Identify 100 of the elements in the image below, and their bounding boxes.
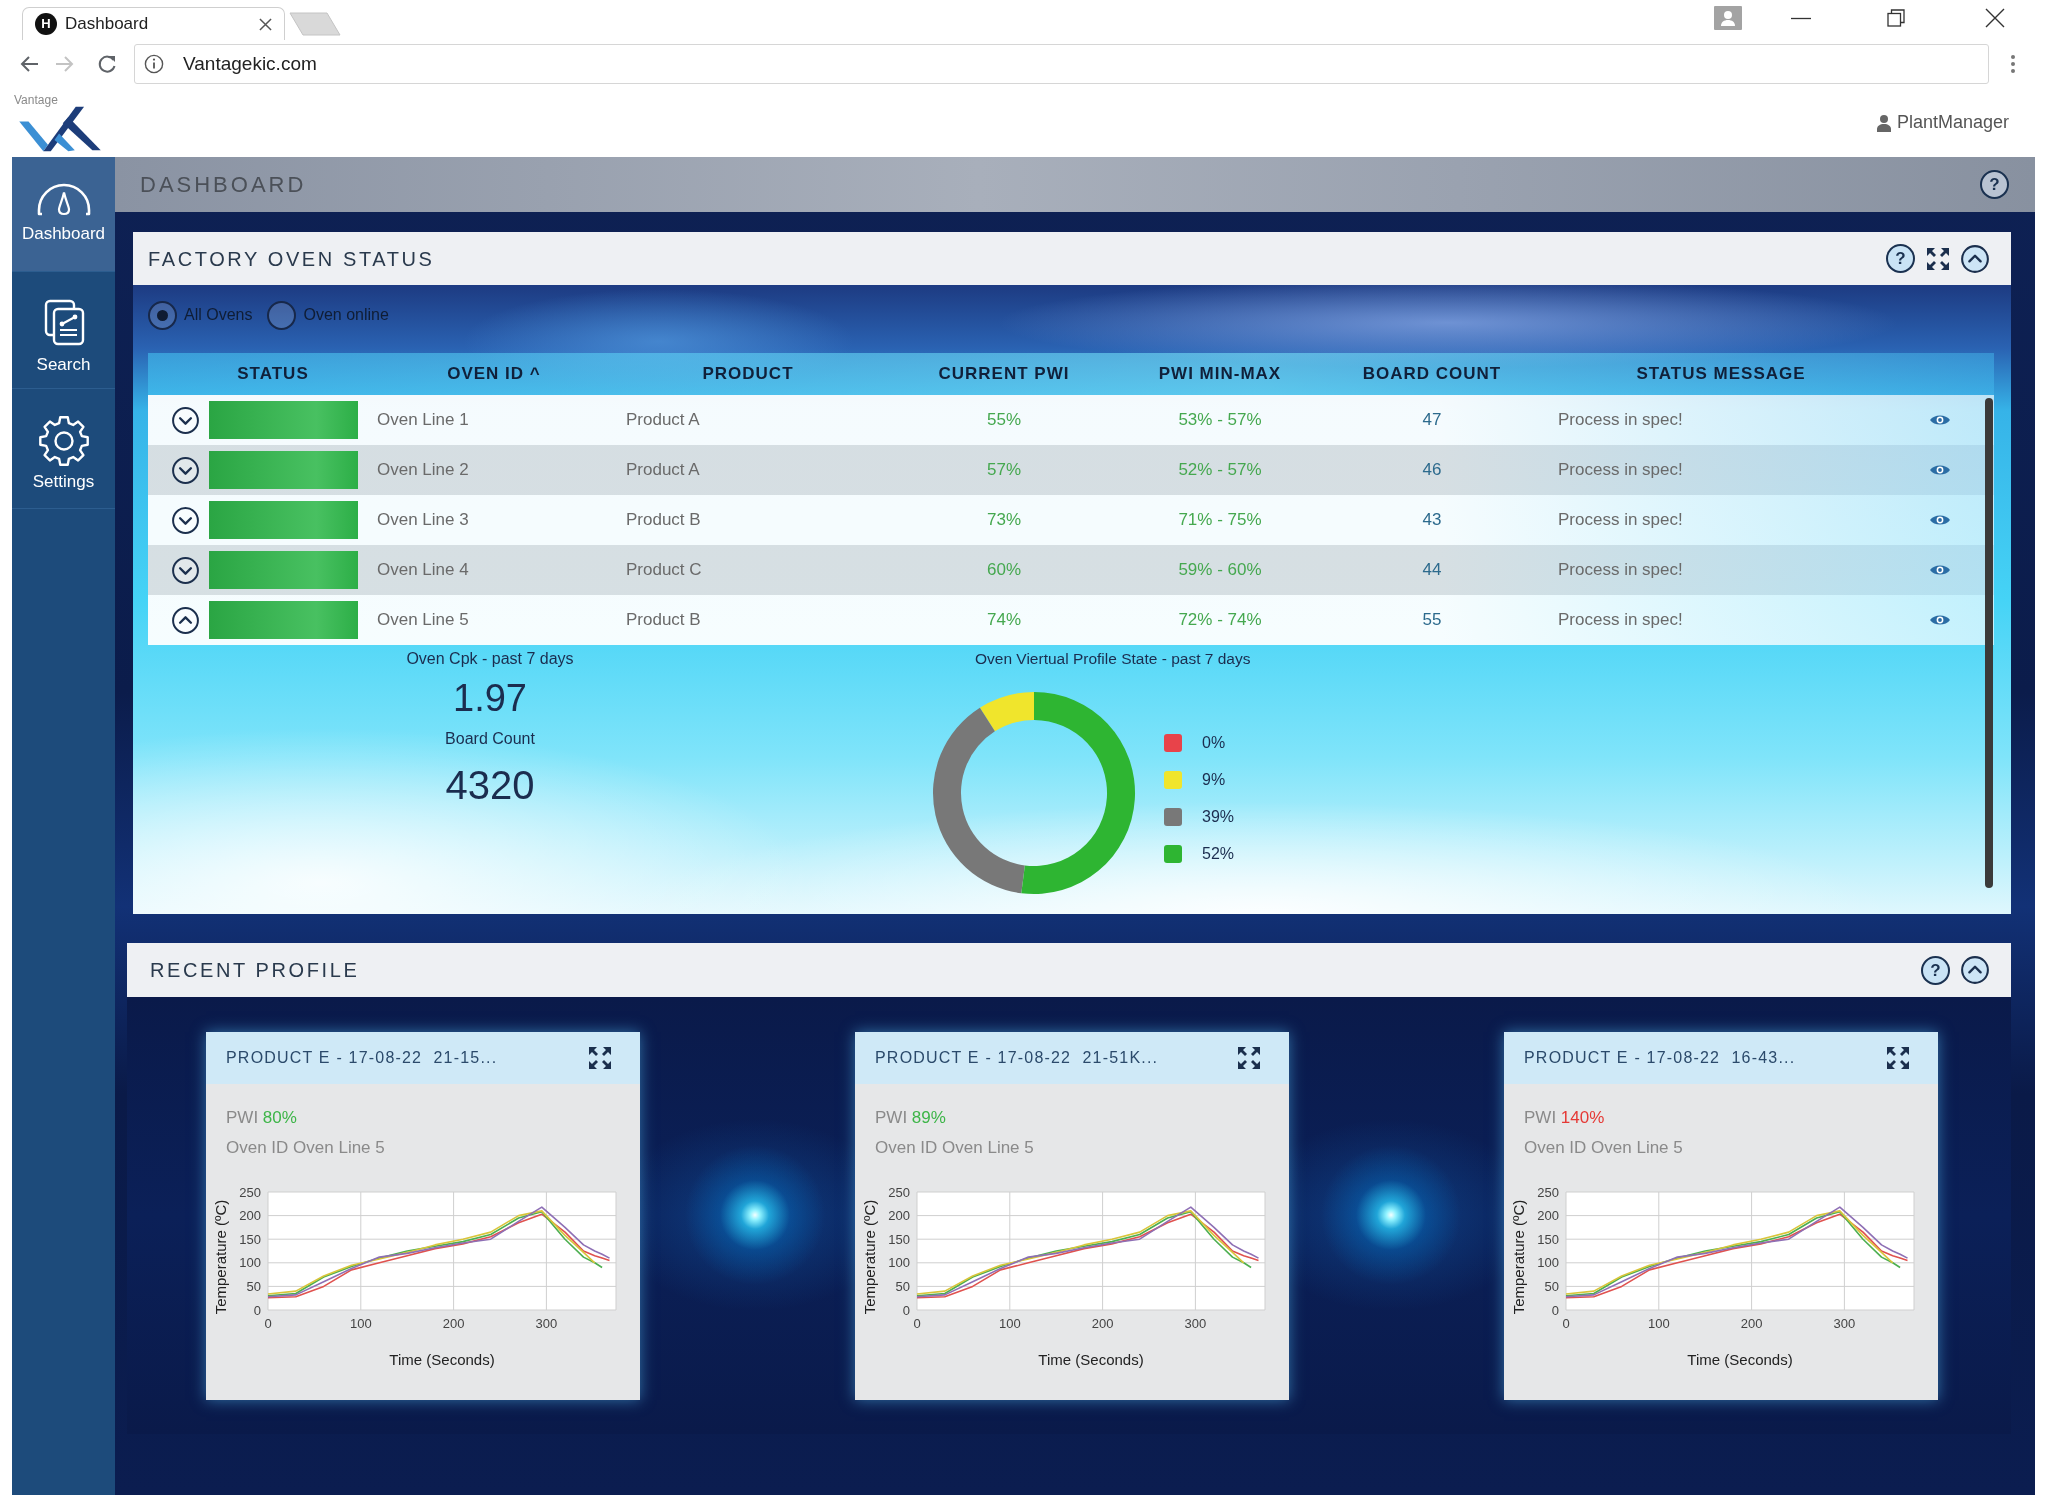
table-cell-text: Process in spec! [1557, 509, 1684, 532]
oven-id-text: Oven ID Oven Line 5 [226, 1137, 386, 1159]
x-tick-label: 200 [442, 1316, 465, 1331]
table-cell-text: 46 [1421, 459, 1443, 482]
close-button[interactable] [1985, 8, 2005, 28]
y-tick-label: 0 [1551, 1302, 1559, 1318]
table-cell-text: 59% - 60% [1177, 559, 1263, 582]
y-axis-title: Temperature (ºC) [1510, 1199, 1527, 1315]
x-tick-label: 300 [1184, 1316, 1207, 1331]
x-tick-label: 200 [1091, 1316, 1114, 1331]
x-tick-label: 100 [1647, 1316, 1670, 1331]
y-tick-label: 150 [888, 1231, 910, 1247]
eye-icon[interactable] [1929, 463, 1951, 477]
table-cell-text: 71% - 75% [1177, 509, 1263, 532]
cpk-value: 1.97 [452, 676, 528, 721]
chevron-up-icon[interactable] [1961, 244, 1989, 273]
y-tick-label: 250 [888, 1184, 910, 1200]
table-cell-text: Process in spec! [1557, 609, 1684, 632]
close-icon[interactable] [259, 17, 272, 31]
table-cell-text: Product A [625, 459, 701, 482]
y-tick-label: 0 [253, 1302, 261, 1318]
chevron-up-icon[interactable] [171, 606, 199, 634]
table-cell-text: Process in spec! [1557, 559, 1684, 582]
chevron-down-icon[interactable] [171, 506, 199, 534]
column-header[interactable]: PWI MIN-MAX [1132, 361, 1308, 387]
scrollbar[interactable] [1985, 398, 1993, 888]
user-name[interactable]: PlantManager [1896, 109, 2009, 136]
pwi-value: 89% [911, 1108, 946, 1127]
x-tick-label: 300 [1833, 1316, 1856, 1331]
pwi-label: PWI [226, 1108, 259, 1127]
reload-button[interactable] [97, 54, 117, 74]
table-cell-text: 44 [1421, 559, 1443, 582]
table-cell-text: 43 [1421, 509, 1443, 532]
legend-label: 39% [1202, 806, 1235, 827]
table-cell-text: 55% [986, 409, 1022, 432]
eye-icon[interactable] [1929, 513, 1951, 527]
browser-tab[interactable]: H Dashboard [22, 7, 285, 40]
restore-button[interactable] [1887, 9, 1905, 27]
pwi-value: 80% [262, 1108, 297, 1127]
chart-title: Oven Viertual Profile State - past 7 days [975, 649, 1251, 669]
pwi-label: PWI [875, 1108, 908, 1127]
address-bar[interactable]: Vantagekic.com [134, 44, 1989, 84]
board-count-value: 4320 [444, 762, 536, 809]
table-cell-text: Oven Line 1 [376, 409, 470, 432]
table-cell-text: 55 [1421, 609, 1443, 632]
radio-button[interactable] [267, 300, 297, 330]
oven-id-text: Oven ID Oven Line 5 [1524, 1137, 1684, 1159]
legend-label: 0% [1202, 732, 1226, 753]
x-tick-label: 0 [1562, 1316, 1570, 1331]
y-tick-label: 0 [902, 1302, 910, 1318]
table-cell-text: 73% [986, 509, 1022, 532]
expand-icon[interactable] [1237, 1046, 1261, 1070]
column-header[interactable]: OVEN ID ^ [368, 361, 620, 387]
chevron-up-icon[interactable] [1961, 956, 1989, 984]
board-count-label: Board Count [444, 729, 536, 749]
x-tick-label: 0 [264, 1316, 272, 1331]
column-header[interactable]: CURRENT PWI [876, 361, 1132, 387]
chevron-down-icon[interactable] [171, 456, 199, 484]
x-tick-label: 200 [1740, 1316, 1763, 1331]
x-axis-title: Time (Seconds) [1038, 1351, 1144, 1368]
card-title: PRODUCT E - 17-08-22 21-51K... [875, 1048, 1159, 1068]
page-title: DASHBOARD [140, 171, 307, 199]
expand-icon[interactable] [1886, 1046, 1910, 1070]
table-cell-text: Product B [625, 509, 702, 532]
pwi-label: PWI [1524, 1108, 1557, 1127]
y-tick-label: 50 [246, 1278, 261, 1294]
help-button[interactable]: ? [1921, 955, 1950, 985]
card-title: PRODUCT E - 17-08-22 16-43... [1524, 1048, 1796, 1068]
help-button[interactable]: ? [1886, 244, 1915, 273]
column-header[interactable]: STATUS MESSAGE [1556, 361, 1886, 387]
eye-icon[interactable] [1929, 563, 1951, 577]
chevron-down-icon[interactable] [171, 406, 199, 434]
table-cell-text: Process in spec! [1557, 409, 1684, 432]
column-header[interactable]: PRODUCT [620, 361, 876, 387]
table-cell-text: 47 [1421, 409, 1443, 432]
card-title: PRODUCT E - 17-08-22 21-15... [226, 1048, 498, 1068]
x-tick-label: 0 [913, 1316, 921, 1331]
y-axis-title: Temperature (ºC) [212, 1199, 229, 1315]
table-cell-text: Product B [625, 609, 702, 632]
legend-label: 9% [1202, 769, 1226, 790]
table-cell-text: Product A [625, 409, 701, 432]
panel-title: FACTORY OVEN STATUS [148, 246, 435, 272]
eye-icon[interactable] [1929, 613, 1951, 627]
x-tick-label: 100 [998, 1316, 1021, 1331]
expand-icon[interactable] [1926, 246, 1950, 271]
table-cell-text: 72% - 74% [1177, 609, 1263, 632]
help-button[interactable]: ? [1980, 170, 2009, 199]
sidebar-item[interactable]: Dashboard [12, 157, 115, 272]
table-cell-text: 74% [986, 609, 1022, 632]
menu-icon[interactable] [2010, 54, 2016, 74]
favicon: H [35, 13, 57, 35]
expand-icon[interactable] [588, 1046, 612, 1070]
column-header[interactable]: BOARD COUNT [1308, 361, 1556, 387]
radio-button[interactable] [148, 300, 177, 330]
chevron-down-icon[interactable] [171, 556, 199, 584]
back-button[interactable] [19, 54, 39, 74]
column-header[interactable]: STATUS [148, 361, 368, 387]
info-icon[interactable] [144, 54, 164, 74]
eye-icon[interactable] [1929, 413, 1951, 427]
table-cell-text: 52% - 57% [1177, 459, 1263, 482]
